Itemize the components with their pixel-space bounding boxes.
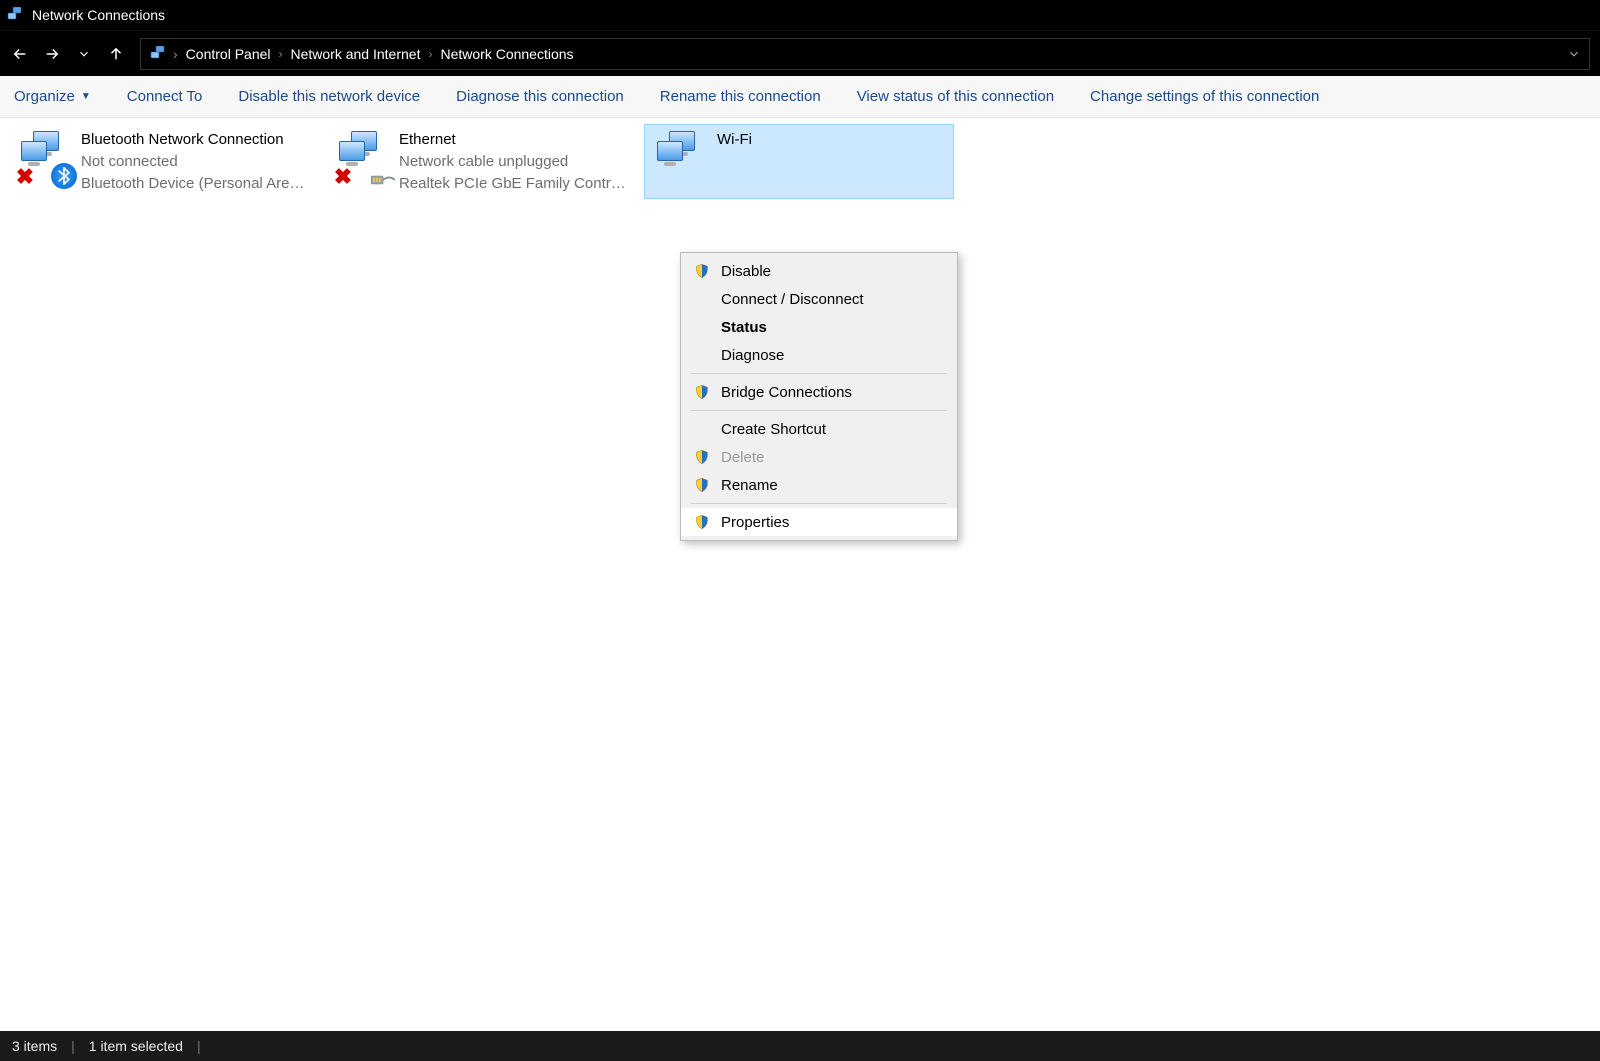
shield-icon (693, 514, 711, 530)
context-menu-item-label: Rename (721, 477, 778, 494)
shield-icon (693, 449, 711, 465)
content-area: ✖ Bluetooth Network ConnectionNot connect… (0, 118, 1600, 1031)
context-menu-item[interactable]: Diagnose (681, 341, 957, 369)
error-icon: ✖ (15, 167, 35, 187)
shield-icon (693, 263, 711, 279)
breadcrumb: Control Panel › Network and Internet › N… (186, 46, 574, 62)
context-menu-divider (691, 503, 947, 504)
context-menu-item-label: Disable (721, 263, 771, 280)
error-icon: ✖ (333, 167, 353, 187)
breadcrumb-item-1[interactable]: Network and Internet (291, 46, 421, 62)
nav-recent-dropdown[interactable] (70, 40, 98, 68)
disable-device-button[interactable]: Disable this network device (238, 88, 420, 105)
context-menu-divider (691, 410, 947, 411)
command-bar: Organize ▼ Connect To Disable this netwo… (0, 76, 1600, 118)
context-menu: Disable Connect / Disconnect Status Diagnos… (680, 252, 958, 541)
connection-device: Bluetooth Device (Personal Area ... (81, 173, 311, 195)
connections-list: ✖ Bluetooth Network ConnectionNot connect… (0, 118, 1600, 205)
breadcrumb-item-2[interactable]: Network Connections (440, 46, 573, 62)
connection-item[interactable]: ✖ EthernetNetwork cable unpluggedRealtek … (326, 124, 636, 199)
shield-icon (693, 384, 711, 400)
context-menu-item-label: Properties (721, 514, 789, 531)
context-menu-item-label: Delete (721, 449, 764, 466)
nav-forward-button[interactable] (38, 40, 66, 68)
connection-labels: Bluetooth Network ConnectionNot connecte… (81, 129, 311, 194)
connection-item[interactable]: Wi-Fi (644, 124, 954, 199)
status-bar: 3 items | 1 item selected | (0, 1031, 1600, 1061)
connection-device: Realtek PCIe GbE Family Controller (399, 173, 629, 195)
organize-label: Organize (14, 88, 75, 105)
context-menu-item[interactable]: Disable (681, 257, 957, 285)
connect-to-button[interactable]: Connect To (127, 88, 203, 105)
change-settings-button[interactable]: Change settings of this connection (1090, 88, 1319, 105)
connection-labels: Wi-Fi (717, 129, 752, 151)
shield-icon (693, 477, 711, 493)
navbar: › Control Panel › Network and Internet ›… (0, 30, 1600, 76)
titlebar: Network Connections (0, 0, 1600, 30)
organize-button[interactable]: Organize ▼ (14, 88, 91, 105)
bluetooth-icon (51, 163, 77, 189)
context-menu-item-label: Create Shortcut (721, 421, 826, 438)
connection-name: Ethernet (399, 129, 629, 151)
context-menu-item-label: Diagnose (721, 347, 784, 364)
network-adapter-icon: ✖ (15, 129, 75, 187)
window-title: Network Connections (32, 7, 165, 23)
status-selection: 1 item selected (89, 1038, 183, 1054)
nav-back-button[interactable] (6, 40, 34, 68)
status-item-count: 3 items (12, 1038, 57, 1054)
connection-labels: EthernetNetwork cable unpluggedRealtek P… (399, 129, 629, 194)
connection-status: Network cable unplugged (399, 151, 629, 173)
connection-item[interactable]: ✖ Bluetooth Network ConnectionNot connect… (8, 124, 318, 199)
breadcrumb-item-0[interactable]: Control Panel (186, 46, 271, 62)
connection-status: Not connected (81, 151, 311, 173)
context-menu-item[interactable]: Create Shortcut (681, 415, 957, 443)
context-menu-item[interactable]: Rename (681, 471, 957, 499)
address-bar-dropdown[interactable] (1567, 47, 1581, 61)
bc-sep: › (428, 47, 432, 61)
status-separator: | (197, 1038, 201, 1054)
context-menu-item-label: Status (721, 319, 767, 336)
context-menu-item[interactable]: Status (681, 313, 957, 341)
address-bar-icon (149, 46, 167, 62)
context-menu-item[interactable]: Properties (681, 508, 957, 536)
context-menu-item[interactable]: Connect / Disconnect (681, 285, 957, 313)
bc-sep: › (173, 46, 178, 62)
nav-up-button[interactable] (102, 40, 130, 68)
rename-connection-button[interactable]: Rename this connection (660, 88, 821, 105)
chevron-down-icon: ▼ (81, 91, 91, 102)
context-menu-item-label: Connect / Disconnect (721, 291, 864, 308)
diagnose-connection-button[interactable]: Diagnose this connection (456, 88, 624, 105)
context-menu-item[interactable]: Bridge Connections (681, 378, 957, 406)
address-bar[interactable]: › Control Panel › Network and Internet ›… (140, 38, 1590, 70)
bc-sep: › (279, 47, 283, 61)
view-status-button[interactable]: View status of this connection (857, 88, 1054, 105)
context-menu-item-label: Bridge Connections (721, 384, 852, 401)
network-connections-icon (6, 6, 24, 24)
ethernet-icon (371, 173, 395, 187)
network-adapter-icon: ✖ (333, 129, 393, 187)
network-adapter-icon (651, 129, 711, 187)
status-separator: | (71, 1038, 75, 1054)
context-menu-divider (691, 373, 947, 374)
connection-name: Bluetooth Network Connection (81, 129, 311, 151)
connection-name: Wi-Fi (717, 129, 752, 151)
context-menu-item: Delete (681, 443, 957, 471)
